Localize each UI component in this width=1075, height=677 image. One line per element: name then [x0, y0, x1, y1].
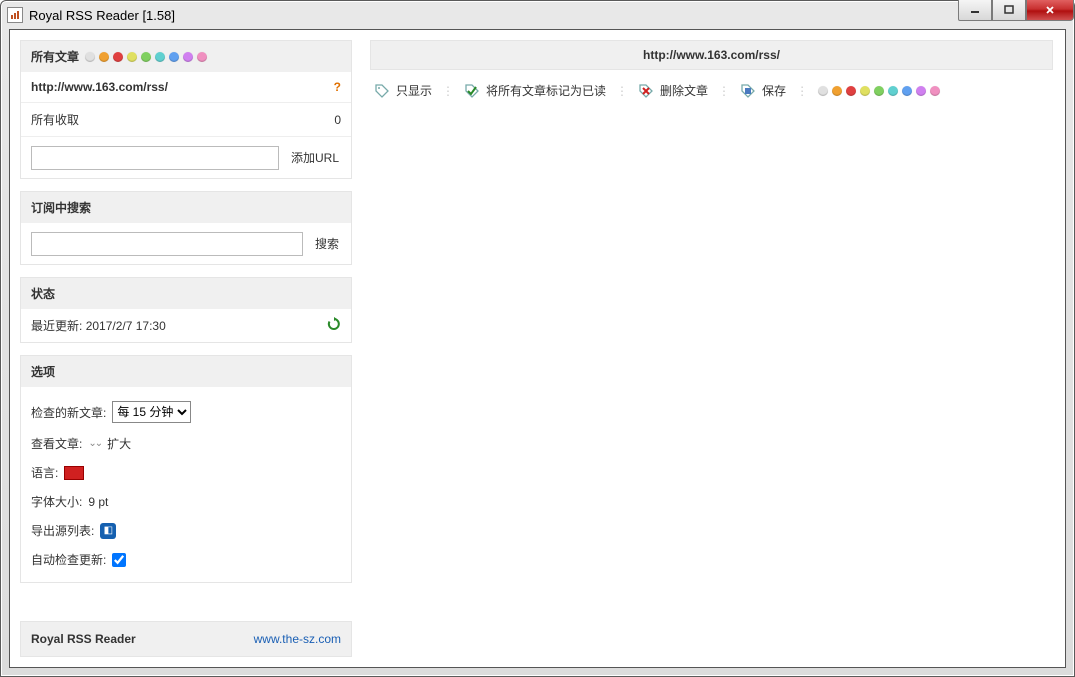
- status-panel-header: 状态: [21, 278, 351, 309]
- toolbar: 只显示 ⋮ 将所有文章标记为已读 ⋮ 删除文章 ⋮ 保存 ⋮: [370, 80, 1053, 105]
- window-title: Royal RSS Reader [1.58]: [29, 8, 175, 23]
- font-size-value[interactable]: 9 pt: [88, 495, 108, 509]
- options-panel-header: 选项: [21, 356, 351, 387]
- app-icon: [7, 7, 23, 23]
- font-size-label: 字体大小:: [31, 493, 82, 510]
- separator-icon: ⋮: [442, 84, 454, 98]
- save-tag-icon: [740, 83, 756, 99]
- color-dot[interactable]: [197, 52, 207, 62]
- color-dot[interactable]: [888, 86, 898, 96]
- save-button[interactable]: 保存: [740, 82, 786, 99]
- options-body: 检查的新文章: 每 15 分钟 查看文章: ⌄⌄ 扩大 语言:: [21, 387, 351, 582]
- feed-badge: ?: [334, 80, 341, 94]
- all-received-count: 0: [334, 113, 341, 127]
- feeds-panel: 所有文章 http://www.163.com/rss/ ? 所有收取 0 添加…: [20, 40, 352, 179]
- search-button[interactable]: 搜索: [313, 231, 341, 256]
- export-label: 导出源列表:: [31, 522, 94, 539]
- add-url-button[interactable]: 添加URL: [289, 145, 341, 170]
- footer-app-name: Royal RSS Reader: [31, 632, 136, 646]
- language-label: 语言:: [31, 464, 58, 481]
- color-dot[interactable]: [916, 86, 926, 96]
- color-dot[interactable]: [113, 52, 123, 62]
- all-received-label: 所有收取: [31, 111, 79, 128]
- color-dot[interactable]: [930, 86, 940, 96]
- separator-icon: ⋮: [616, 84, 628, 98]
- all-articles-label: 所有文章: [31, 48, 79, 65]
- color-dots[interactable]: [818, 86, 940, 96]
- color-dot[interactable]: [902, 86, 912, 96]
- color-dot[interactable]: [141, 52, 151, 62]
- feed-url: http://www.163.com/rss/: [31, 80, 168, 94]
- color-dot[interactable]: [155, 52, 165, 62]
- view-articles-row: 查看文章: ⌄⌄ 扩大: [31, 429, 341, 458]
- all-received-row[interactable]: 所有收取 0: [21, 103, 351, 137]
- status-panel: 状态 最近更新: 2017/2/7 17:30: [20, 277, 352, 343]
- export-icon[interactable]: ◧: [100, 523, 116, 539]
- view-articles-label: 查看文章:: [31, 435, 82, 452]
- auto-check-row: 自动检查更新:: [31, 545, 341, 574]
- color-dot[interactable]: [127, 52, 137, 62]
- search-panel: 订阅中搜索 搜索: [20, 191, 352, 265]
- mark-all-read-button[interactable]: 将所有文章标记为已读: [464, 82, 606, 99]
- color-dot[interactable]: [874, 86, 884, 96]
- main-area: http://www.163.com/rss/ 只显示 ⋮ 将所有文章标记为已读…: [362, 30, 1065, 667]
- window-controls: [958, 0, 1074, 21]
- add-url-row: 添加URL: [21, 137, 351, 178]
- sidebar-footer: Royal RSS Reader www.the-sz.com: [20, 621, 352, 657]
- auto-check-label: 自动检查更新:: [31, 551, 106, 568]
- separator-icon: ⋮: [718, 84, 730, 98]
- window-frame: Royal RSS Reader [1.58] 所有文章 http://www.…: [0, 0, 1075, 677]
- color-dot[interactable]: [183, 52, 193, 62]
- export-row: 导出源列表: ◧: [31, 516, 341, 545]
- close-button[interactable]: [1026, 0, 1074, 21]
- chevron-down-icon[interactable]: ⌄⌄: [88, 438, 101, 449]
- only-show-button[interactable]: 只显示: [374, 82, 432, 99]
- footer-link[interactable]: www.the-sz.com: [254, 632, 341, 646]
- feeds-panel-header: 所有文章: [21, 41, 351, 72]
- color-dot[interactable]: [860, 86, 870, 96]
- refresh-icon[interactable]: [327, 317, 341, 334]
- titlebar[interactable]: Royal RSS Reader [1.58]: [1, 1, 1074, 29]
- minimize-button[interactable]: [958, 0, 992, 21]
- language-row: 语言:: [31, 458, 341, 487]
- delete-button[interactable]: 删除文章: [638, 82, 708, 99]
- check-new-label: 检查的新文章:: [31, 404, 106, 421]
- color-dot[interactable]: [818, 86, 828, 96]
- font-size-row: 字体大小: 9 pt: [31, 487, 341, 516]
- maximize-button[interactable]: [992, 0, 1026, 21]
- client-area: 所有文章 http://www.163.com/rss/ ? 所有收取 0 添加…: [9, 29, 1066, 668]
- options-panel: 选项 检查的新文章: 每 15 分钟 查看文章: ⌄⌄ 扩大 语言:: [20, 355, 352, 583]
- feed-row[interactable]: http://www.163.com/rss/ ?: [21, 72, 351, 103]
- color-dots[interactable]: [85, 52, 207, 62]
- check-tag-icon: [464, 83, 480, 99]
- sidebar: 所有文章 http://www.163.com/rss/ ? 所有收取 0 添加…: [10, 30, 362, 667]
- color-dot[interactable]: [169, 52, 179, 62]
- check-new-select[interactable]: 每 15 分钟: [112, 401, 191, 423]
- view-articles-value[interactable]: 扩大: [107, 435, 131, 452]
- status-text: 最近更新: 2017/2/7 17:30: [31, 317, 166, 334]
- status-row: 最近更新: 2017/2/7 17:30: [21, 309, 351, 342]
- search-panel-header: 订阅中搜索: [21, 192, 351, 223]
- search-input[interactable]: [31, 232, 303, 256]
- color-dot[interactable]: [832, 86, 842, 96]
- add-url-input[interactable]: [31, 146, 279, 170]
- separator-icon: ⋮: [796, 84, 808, 98]
- check-new-row: 检查的新文章: 每 15 分钟: [31, 395, 341, 429]
- search-row: 搜索: [21, 223, 351, 264]
- color-dot[interactable]: [99, 52, 109, 62]
- flag-icon[interactable]: [64, 466, 84, 480]
- main-header: http://www.163.com/rss/: [370, 40, 1053, 70]
- delete-tag-icon: [638, 83, 654, 99]
- color-dot[interactable]: [85, 52, 95, 62]
- tag-icon: [374, 83, 390, 99]
- auto-check-checkbox[interactable]: [112, 553, 126, 567]
- color-dot[interactable]: [846, 86, 856, 96]
